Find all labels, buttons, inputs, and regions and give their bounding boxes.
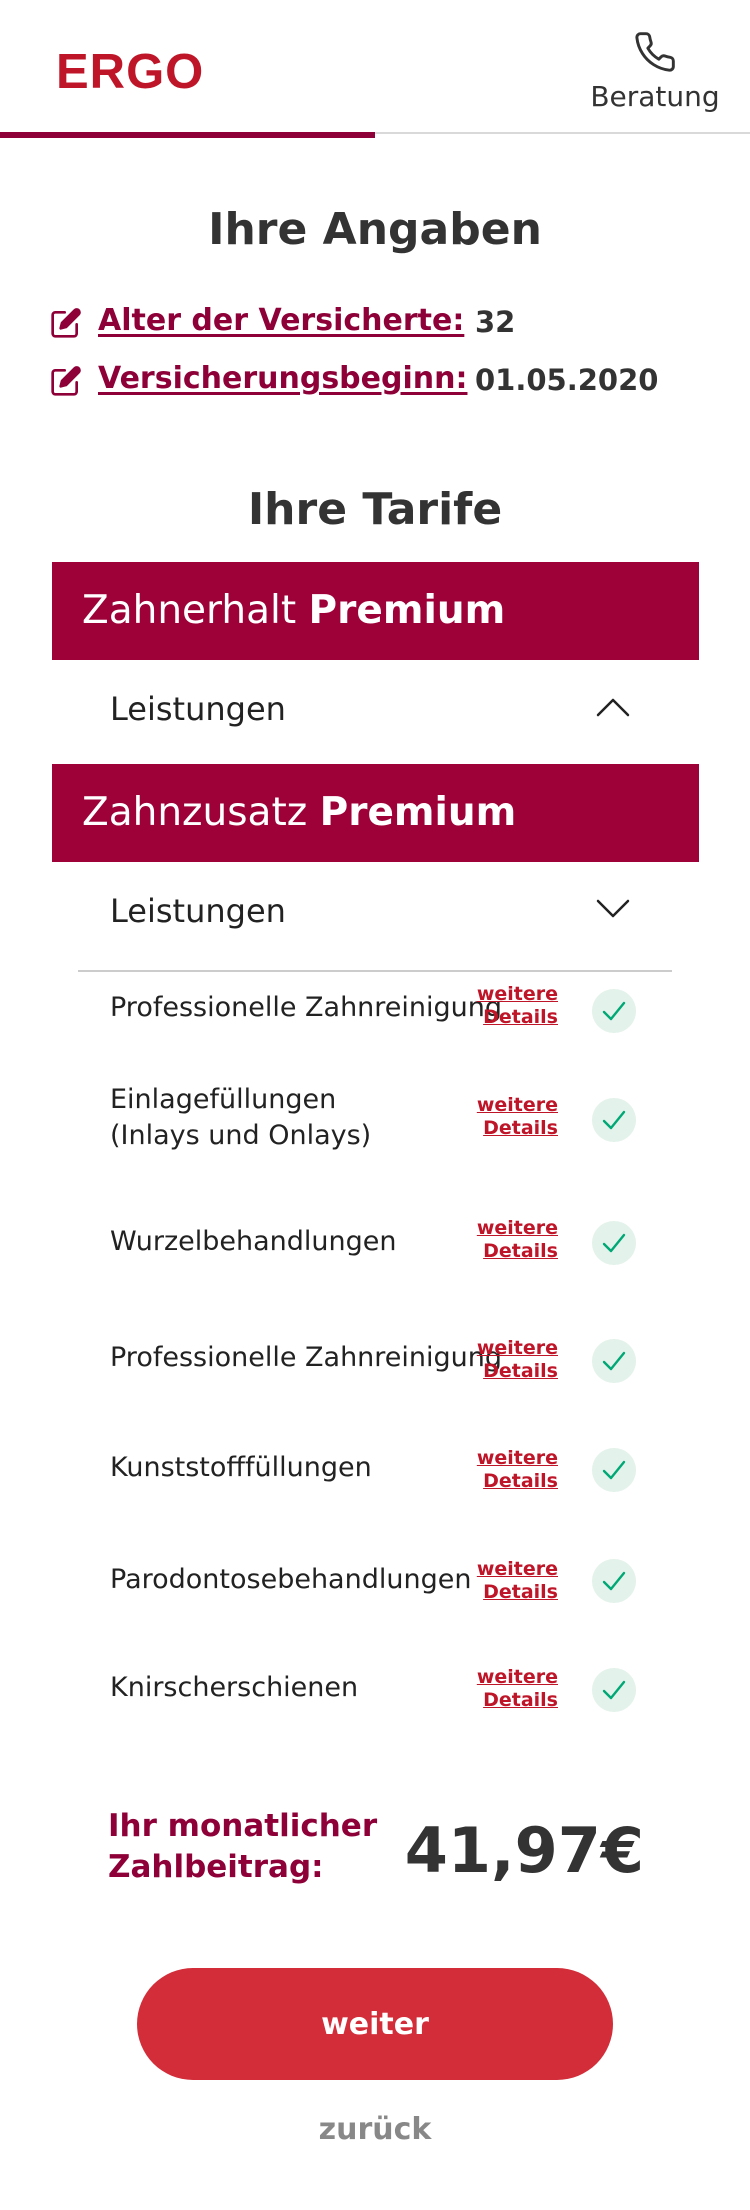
beitrag-label-line2: Zahlbeitrag:	[108, 1849, 324, 1885]
tarif-level: Premium	[308, 588, 506, 633]
beitrag-label-line1: Ihr monatlicher	[108, 1808, 378, 1844]
tarif-name: Zahnzusatz	[82, 790, 308, 835]
leistungen-toggle-zahnerhalt[interactable]: Leistungen	[52, 660, 699, 760]
zurueck-link[interactable]: zurück	[0, 2112, 750, 2147]
ergo-logo[interactable]: ERGO	[56, 44, 204, 100]
alter-link[interactable]: Alter der Versicherte:	[98, 303, 464, 338]
edit-icon[interactable]	[50, 307, 82, 339]
leistungen-label: Leistungen	[110, 892, 286, 930]
check-icon	[592, 989, 636, 1033]
beitrag-value: 41,97€	[404, 1814, 644, 1887]
weiter-button[interactable]: weiter	[137, 1968, 613, 2080]
tarif-header-zahnzusatz: Zahnzusatz Premium	[52, 764, 699, 862]
check-icon	[592, 1098, 636, 1142]
beitrag-label: Ihr monatlicher Zahlbeitrag:	[108, 1806, 377, 1888]
chevron-up-icon	[596, 698, 630, 717]
divider	[78, 970, 672, 972]
leistungen-label: Leistungen	[110, 690, 286, 728]
tarif-name: Zahnerhalt	[82, 588, 297, 633]
tarif-header-zahnerhalt: Zahnerhalt Premium	[52, 562, 699, 660]
leistung-label: Kunststofffüllungen	[110, 1452, 372, 1483]
check-icon	[592, 1559, 636, 1603]
leistung-label: Professionelle Zahnreinigung	[110, 992, 503, 1023]
angabe-row-beginn: Versicherungsbeginn: 01.05.2020	[50, 361, 700, 405]
tarife-title: Ihre Tarife	[247, 484, 503, 535]
weitere-details-link[interactable]: weitere Details	[476, 1558, 558, 1604]
weitere-details-link[interactable]: weitere Details	[476, 983, 558, 1029]
leistungen-toggle-zahnzusatz[interactable]: Leistungen	[52, 862, 699, 962]
tarif-level: Premium	[319, 790, 517, 835]
beratung-button[interactable]: Beratung	[590, 30, 720, 113]
angaben-title: Ihre Angaben	[208, 204, 542, 255]
leistung-label: Parodontosebehandlungen	[110, 1564, 472, 1595]
weitere-details-link[interactable]: weitere Details	[476, 1337, 558, 1383]
weitere-details-link[interactable]: weitere Details	[476, 1447, 558, 1493]
leistung-label: Knirscherschienen	[110, 1672, 359, 1703]
beratung-label: Beratung	[590, 80, 720, 113]
leistung-label: Wurzelbehandlungen	[110, 1226, 397, 1257]
alter-value: 32	[475, 305, 516, 339]
check-icon	[592, 1221, 636, 1265]
edit-icon[interactable]	[50, 365, 82, 397]
angabe-row-alter: Alter der Versicherte: 32	[50, 303, 700, 347]
leistung-label: Professionelle Zahnreinigung	[110, 1342, 503, 1373]
versicherungsbeginn-value: 01.05.2020	[475, 363, 659, 397]
leistung-label: Einlagefüllungen	[110, 1084, 337, 1115]
weitere-details-link[interactable]: weitere Details	[476, 1217, 558, 1263]
leistung-label-line2: (Inlays und Onlays)	[110, 1120, 372, 1151]
weitere-details-link[interactable]: weitere Details	[476, 1666, 558, 1712]
header: ERGO Beratung	[0, 0, 750, 137]
progress-fill	[0, 132, 375, 138]
versicherungsbeginn-link[interactable]: Versicherungsbeginn:	[98, 361, 467, 396]
check-icon	[592, 1668, 636, 1712]
check-icon	[592, 1339, 636, 1383]
weitere-details-link[interactable]: weitere Details	[476, 1094, 558, 1140]
chevron-down-icon	[596, 899, 630, 918]
check-icon	[592, 1448, 636, 1492]
phone-icon	[635, 32, 675, 72]
